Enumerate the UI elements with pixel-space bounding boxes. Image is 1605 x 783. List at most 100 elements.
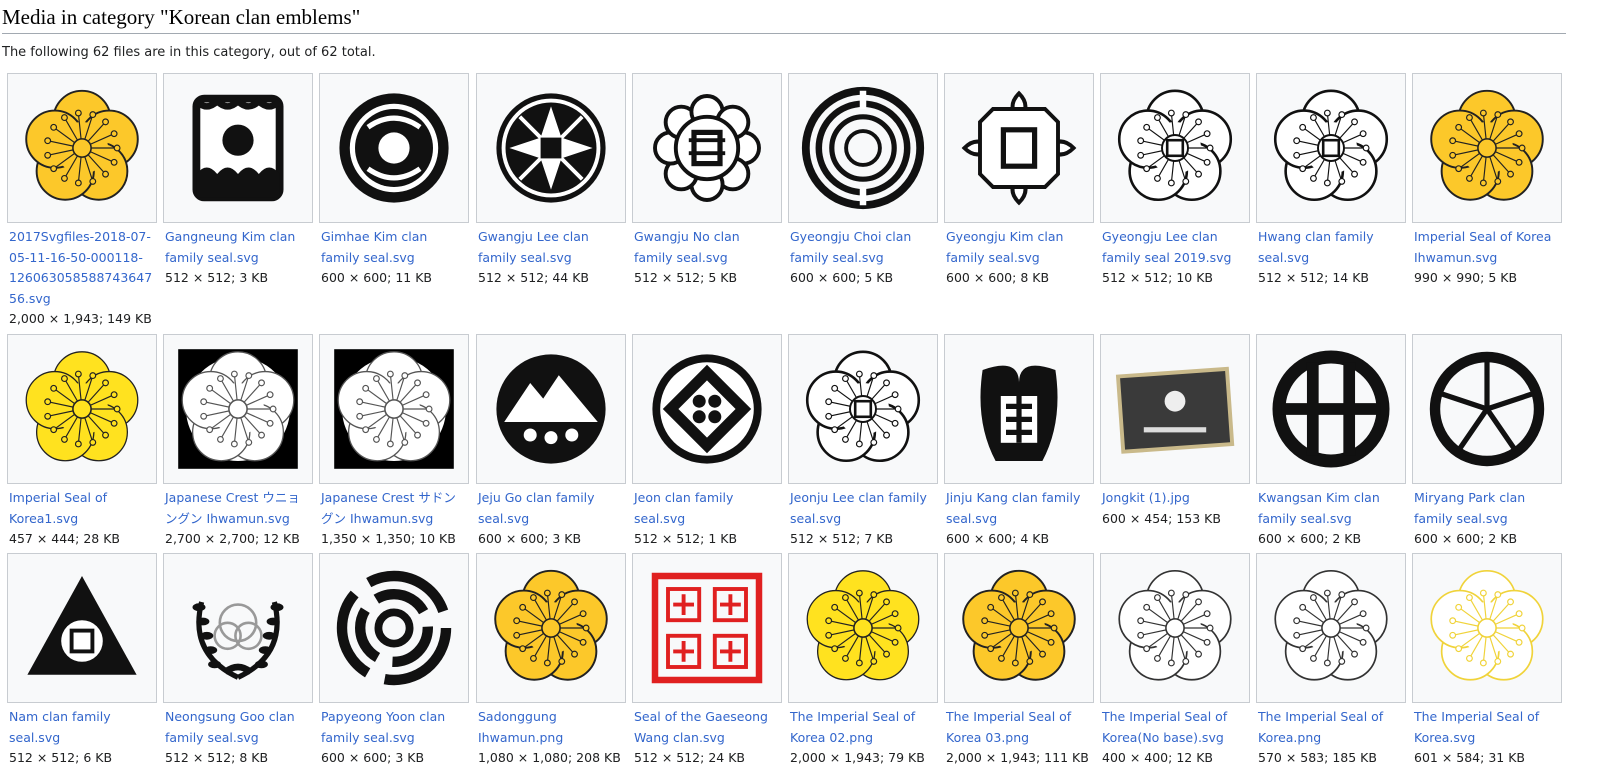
file-thumbnail[interactable]: [788, 553, 938, 703]
mountain-circle-icon: [496, 354, 606, 464]
file-name-link[interactable]: Jeonju Lee clan family seal.svg: [790, 488, 936, 529]
file-name-link[interactable]: Japanese Crest サドングン Ihwamun.svg: [321, 488, 467, 529]
file-name-link[interactable]: The Imperial Seal of Korea.svg: [1414, 707, 1560, 748]
file-thumbnail[interactable]: [1412, 73, 1562, 223]
file-name-link[interactable]: Gimhae Kim clan family seal.svg: [321, 227, 467, 268]
file-thumbnail[interactable]: [476, 334, 626, 484]
file-name-link[interactable]: Gangneung Kim clan family seal.svg: [165, 227, 311, 268]
outline-plum-blossom-icon: [1274, 569, 1388, 681]
file-name-link[interactable]: Jeju Go clan family seal.svg: [478, 488, 624, 529]
heading-divider: [2, 33, 1566, 34]
file-meta: 512 × 512; 24 KB: [634, 750, 745, 765]
black-square-blossom-icon: [334, 349, 454, 469]
file-meta: 600 × 600; 8 KB: [946, 270, 1050, 285]
file-meta: 1,350 × 1,350; 10 KB: [321, 531, 456, 546]
file-thumbnail[interactable]: [1100, 553, 1250, 703]
file-thumbnail[interactable]: [944, 73, 1094, 223]
flag-photo-icon: [1115, 366, 1235, 454]
file-name-link[interactable]: Jongkit (1).jpg: [1102, 488, 1248, 509]
file-thumbnail[interactable]: [632, 73, 782, 223]
file-meta: 2,700 × 2,700; 12 KB: [165, 531, 300, 546]
phoenix-character-icon: [980, 365, 1058, 461]
file-name-link[interactable]: Japanese Crest ウニョングン Ihwamun.svg: [165, 488, 311, 529]
file-thumbnail[interactable]: [1256, 73, 1406, 223]
file-name-link[interactable]: Hwang clan family seal.svg: [1258, 227, 1404, 268]
gold-plum-blossom-icon: [25, 89, 139, 201]
file-name-link[interactable]: Nam clan family seal.svg: [9, 707, 155, 748]
file-meta: 457 × 444; 28 KB: [9, 531, 120, 546]
file-name-link[interactable]: Seal of the Gaeseong Wang clan.svg: [634, 707, 780, 748]
file-thumbnail[interactable]: [944, 334, 1094, 484]
file-name-link[interactable]: Papyeong Yoon clan family seal.svg: [321, 707, 467, 748]
file-name-link[interactable]: Imperial Seal of Korea1.svg: [9, 488, 155, 529]
file-meta: 400 × 400; 12 KB: [1102, 750, 1213, 765]
lotus-character-seal-icon: [653, 94, 761, 202]
file-meta: 512 × 512; 44 KB: [478, 270, 589, 285]
file-meta: 600 × 454; 153 KB: [1102, 510, 1221, 526]
twin-fish-circle-icon: [339, 93, 449, 203]
file-name-link[interactable]: Sadonggung Ihwamun.png: [478, 707, 624, 748]
file-thumbnail[interactable]: [7, 553, 157, 703]
file-name-link[interactable]: The Imperial Seal of Korea 03.png: [946, 707, 1092, 748]
file-thumbnail[interactable]: [163, 73, 313, 223]
file-meta: 2,000 × 1,943; 79 KB: [790, 750, 925, 765]
file-name-link[interactable]: Imperial Seal of Korea Ihwamun.svg: [1414, 227, 1560, 268]
file-name-link[interactable]: Kwangsan Kim clan family seal.svg: [1258, 488, 1404, 529]
black-square-blossom-icon: [178, 349, 298, 469]
yellow-plum-blossom-icon: [25, 351, 139, 462]
file-name-link[interactable]: Jinju Kang clan family seal.svg: [946, 488, 1092, 529]
file-thumbnail[interactable]: [7, 334, 157, 484]
yellow-plum-blossom-icon: [806, 570, 920, 681]
star-circle-seal-icon: [496, 93, 606, 203]
outline-blossom-character-icon: [1117, 89, 1233, 202]
category-heading: Media in category "Korean clan emblems": [2, 5, 361, 29]
file-thumbnail[interactable]: [944, 553, 1094, 703]
file-meta: 512 × 512; 3 KB: [165, 270, 269, 285]
laurel-wreath-icon: [192, 601, 284, 680]
file-thumbnail[interactable]: [319, 334, 469, 484]
triangle-character-icon: [27, 576, 137, 675]
file-thumbnail[interactable]: [788, 334, 938, 484]
sun-over-waves-icon: [192, 94, 284, 202]
file-meta: 512 × 512; 8 KB: [165, 750, 269, 765]
file-name-link[interactable]: Gyeongju Choi clan family seal.svg: [790, 227, 936, 268]
file-thumbnail[interactable]: [163, 553, 313, 703]
file-thumbnail[interactable]: [1100, 73, 1250, 223]
file-thumbnail[interactable]: [1412, 553, 1562, 703]
file-meta: 601 × 584; 31 KB: [1414, 750, 1525, 765]
file-thumbnail[interactable]: [1256, 334, 1406, 484]
concentric-rings-seal-icon: [801, 86, 925, 210]
file-name-link[interactable]: Gwangju Lee clan family seal.svg: [478, 227, 624, 268]
file-meta: 600 × 600; 11 KB: [321, 270, 432, 285]
file-name-link[interactable]: Jeon clan family seal.svg: [634, 488, 780, 529]
file-thumbnail[interactable]: [1256, 553, 1406, 703]
file-name-link[interactable]: Miryang Park clan family seal.svg: [1414, 488, 1560, 529]
file-thumbnail[interactable]: [632, 553, 782, 703]
file-thumbnail[interactable]: [1412, 334, 1562, 484]
file-name-link[interactable]: Neongsung Goo clan family seal.svg: [165, 707, 311, 748]
file-thumbnail[interactable]: [1100, 334, 1250, 484]
file-name-link[interactable]: The Imperial Seal of Korea(No base).svg: [1102, 707, 1248, 748]
file-thumbnail[interactable]: [163, 334, 313, 484]
grid-circle-icon: [1272, 350, 1390, 468]
file-thumbnail[interactable]: [319, 73, 469, 223]
file-thumbnail[interactable]: [476, 553, 626, 703]
file-name-link[interactable]: Gyeongju Kim clan family seal.svg: [946, 227, 1092, 268]
file-name-link[interactable]: The Imperial Seal of Korea.png: [1258, 707, 1404, 748]
pale-plum-blossom-icon: [1430, 569, 1544, 681]
gold-plum-blossom-icon: [962, 569, 1076, 681]
file-meta: 512 × 512; 10 KB: [1102, 270, 1213, 285]
file-name-link[interactable]: Gwangju No clan family seal.svg: [634, 227, 780, 268]
file-thumbnail[interactable]: [632, 334, 782, 484]
file-meta: 2,000 × 1,943; 111 KB: [946, 750, 1089, 765]
file-meta: 512 × 512; 14 KB: [1258, 270, 1369, 285]
file-name-link[interactable]: Gyeongju Lee clan family seal 2019.svg: [1102, 227, 1248, 268]
file-name-link[interactable]: The Imperial Seal of Korea 02.png: [790, 707, 936, 748]
file-name-link[interactable]: 2017Svgfiles-2018-07-05-11-16-50-000118-…: [9, 227, 155, 309]
file-meta: 1,080 × 1,080; 208 KB: [478, 750, 621, 765]
file-thumbnail[interactable]: [476, 73, 626, 223]
file-thumbnail[interactable]: [7, 73, 157, 223]
file-thumbnail[interactable]: [788, 73, 938, 223]
file-meta: 600 × 600; 3 KB: [321, 750, 425, 765]
file-thumbnail[interactable]: [319, 553, 469, 703]
